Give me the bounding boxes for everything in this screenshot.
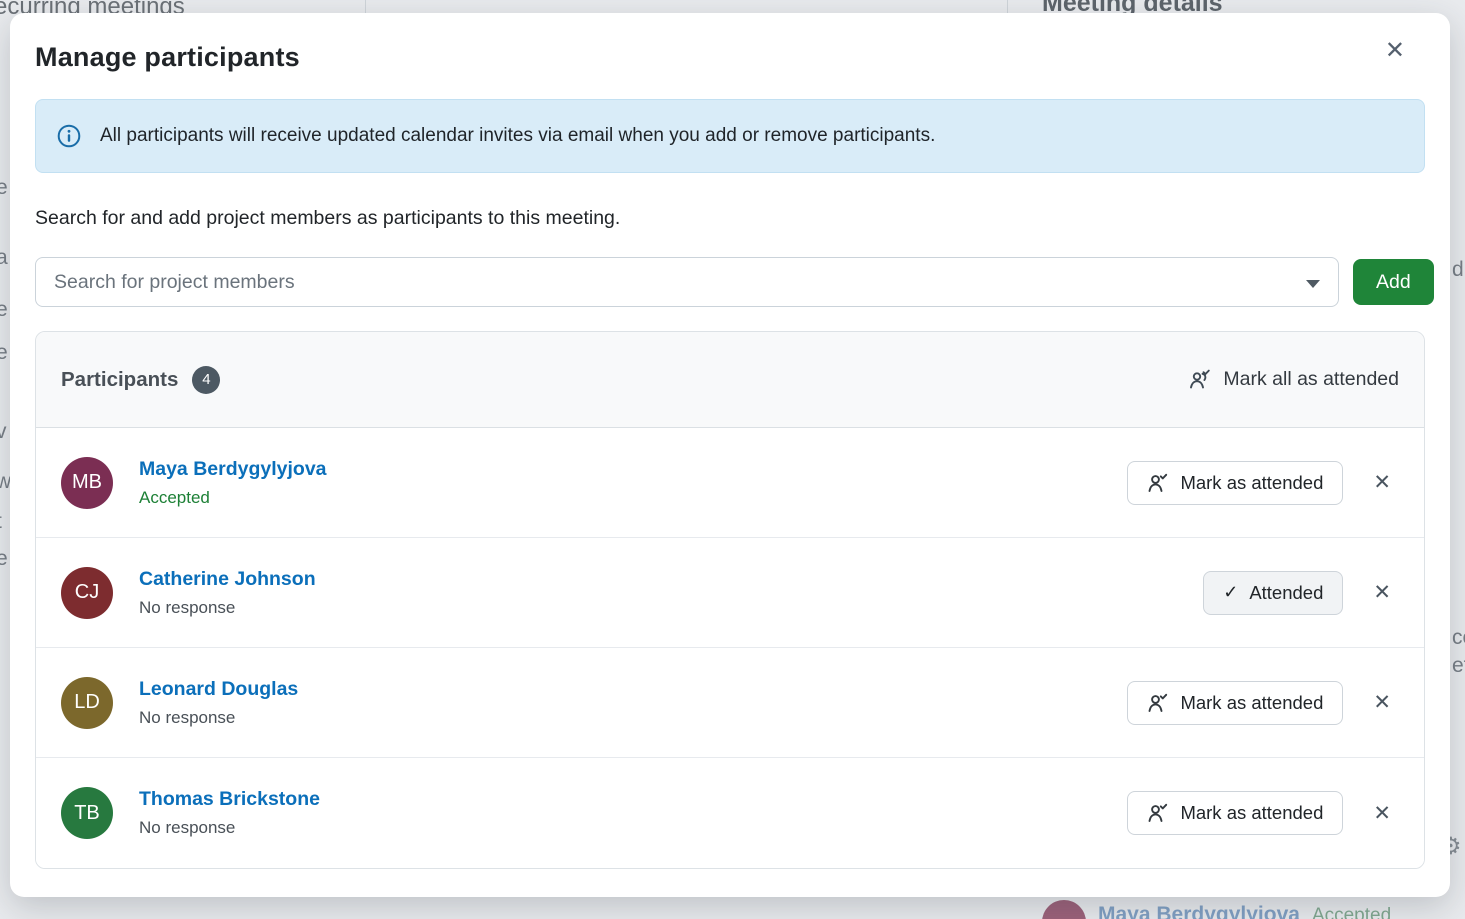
action-label: Attended [1249,582,1323,604]
remove-participant-icon[interactable]: ✕ [1365,578,1399,607]
mark-as-attended-button[interactable]: Mark as attended [1127,791,1343,835]
remove-participant-icon[interactable]: ✕ [1365,688,1399,717]
background-divider [365,0,366,14]
participant-name-link[interactable]: Leonard Douglas [139,678,298,701]
avatar: LD [61,677,113,729]
background-text-fragment: l [0,84,1,108]
participant-name-link[interactable]: Catherine Johnson [139,568,316,591]
participant-info: Catherine Johnson No response [139,568,316,618]
avatar: TB [61,787,113,839]
mark-all-as-attended-button[interactable]: Mark all as attended [1188,368,1399,392]
dialog-description: Search for and add project members as pa… [35,207,1425,230]
info-banner-text: All participants will receive updated ca… [100,125,935,147]
row-actions: ✓ Attended ✕ [1203,571,1399,615]
mark-all-label: Mark all as attended [1223,368,1399,391]
attended-button[interactable]: ✓ Attended [1203,571,1343,615]
background-divider [1007,0,1008,14]
search-placeholder: Search for project members [54,271,295,294]
background-participant-status: Accepted [1312,897,1391,919]
background-text-fragment: a [0,246,8,270]
participants-title: Participants [61,368,178,392]
mark-as-attended-button[interactable]: Mark as attended [1127,681,1343,725]
participant-name-link[interactable]: Thomas Brickstone [139,788,320,811]
background-text-fragment: ce [1452,626,1465,650]
action-label: Mark as attended [1180,472,1323,494]
participant-row: CJ Catherine Johnson No response ✓ Atten… [36,538,1424,648]
action-label: Mark as attended [1180,802,1323,824]
background-text-fragment: t [0,510,2,534]
person-check-icon [1147,472,1169,494]
background-text-fragment: e [0,298,8,322]
background-text-fragment: e [0,341,8,365]
participant-info: Maya Berdygylyjova Accepted [139,458,327,508]
mark-as-attended-button[interactable]: Mark as attended [1127,461,1343,505]
participant-info: Leonard Douglas No response [139,678,298,728]
background-participant-name: Maya Berdygylyjova [1098,897,1300,919]
background-participant-row: Maya Berdygylyjova Accepted [1042,897,1391,919]
search-row: Search for project members Add [35,257,1425,307]
background-text-fragment: d [1452,258,1464,282]
info-icon [56,123,82,149]
dialog-header: Manage participants ✕ [35,13,1425,73]
close-icon[interactable]: ✕ [1379,33,1411,69]
row-actions: Mark as attended ✕ [1127,461,1399,505]
remove-participant-icon[interactable]: ✕ [1365,468,1399,497]
participant-status: No response [139,598,316,618]
manage-participants-dialog: Manage participants ✕ All participants w… [10,13,1450,897]
participants-panel: Participants 4 Mark all as attended MB [35,331,1425,869]
action-label: Mark as attended [1180,692,1323,714]
background-text-fragment: e [0,176,8,200]
row-actions: Mark as attended ✕ [1127,791,1399,835]
search-input[interactable]: Search for project members [35,257,1339,307]
participant-row: LD Leonard Douglas No response Mark as a… [36,648,1424,758]
participant-status: Accepted [139,488,327,508]
add-button[interactable]: Add [1353,259,1434,305]
participants-title-group: Participants 4 [61,366,220,394]
info-banner: All participants will receive updated ca… [35,99,1425,173]
background-text-fragment: ete [1452,654,1465,678]
dialog-title: Manage participants [35,42,1425,73]
participant-name-link[interactable]: Maya Berdygylyjova [139,458,327,481]
participant-status: No response [139,818,320,838]
person-check-icon [1147,802,1169,824]
participants-count-badge: 4 [192,366,220,394]
participants-header: Participants 4 Mark all as attended [36,332,1424,428]
participant-status: No response [139,708,298,728]
background-text-fragment: e [0,547,8,571]
participant-info: Thomas Brickstone No response [139,788,320,838]
row-actions: Mark as attended ✕ [1127,681,1399,725]
remove-participant-icon[interactable]: ✕ [1365,799,1399,828]
background-text-fragment: v [0,420,7,444]
check-icon: ✓ [1223,582,1238,603]
avatar: CJ [61,567,113,619]
person-check-icon [1147,692,1169,714]
avatar [1042,900,1086,919]
participant-row: MB Maya Berdygylyjova Accepted Mark as a… [36,428,1424,538]
chevron-down-icon [1306,280,1320,288]
avatar: MB [61,457,113,509]
people-check-icon [1188,368,1212,392]
participant-row: TB Thomas Brickstone No response Mark as… [36,758,1424,868]
